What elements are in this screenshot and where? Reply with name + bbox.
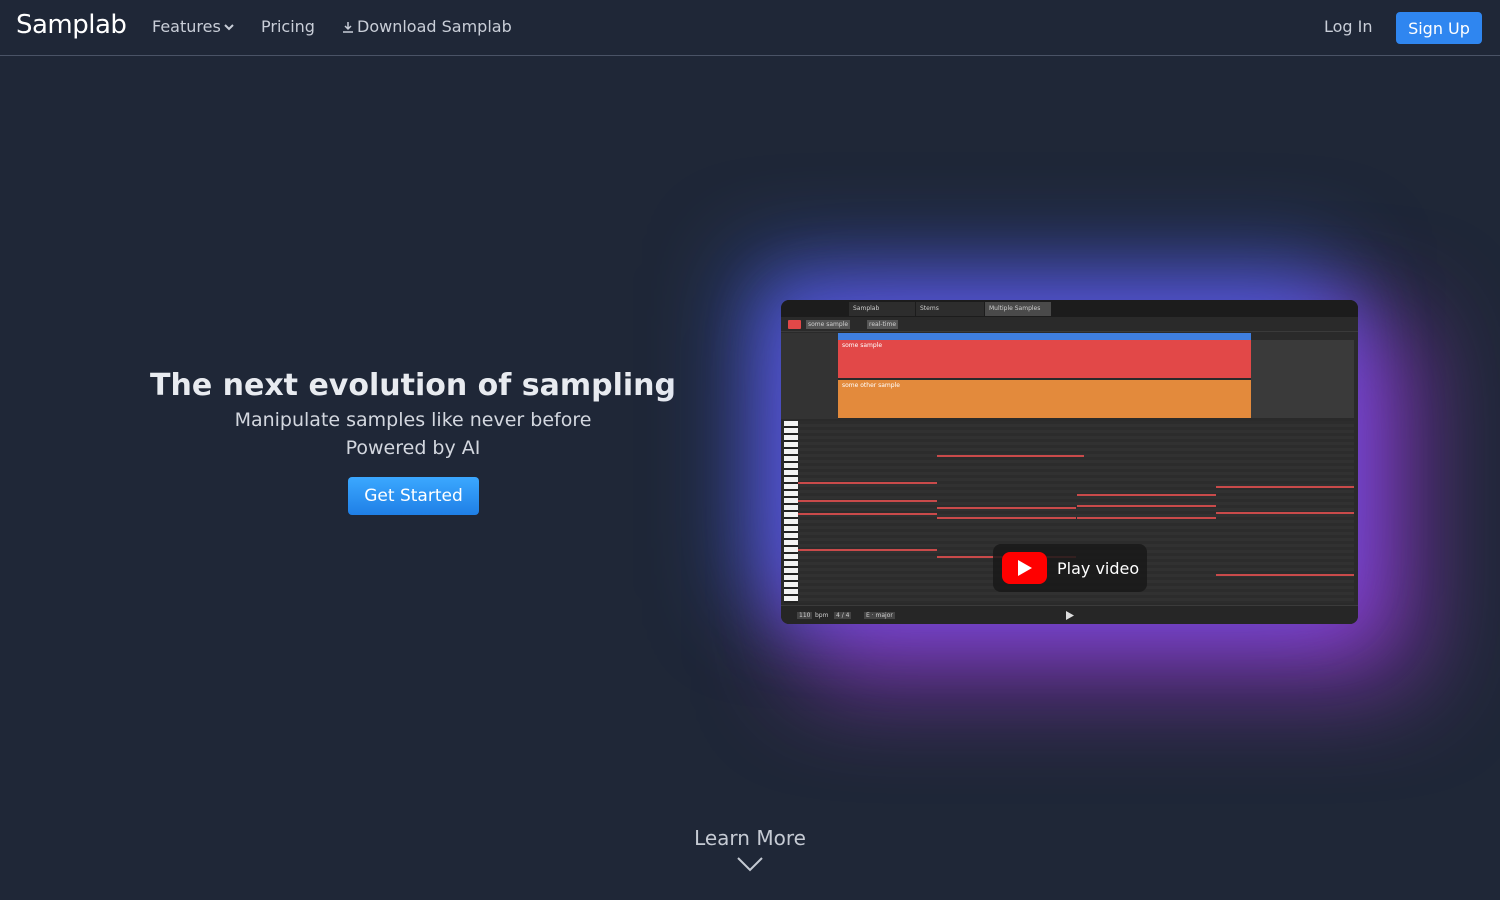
youtube-play-icon xyxy=(1002,552,1047,584)
video-thumbnail[interactable]: Samplab Stems Multiple Samples some samp… xyxy=(781,300,1358,624)
app-titlebar: Samplab Stems Multiple Samples xyxy=(781,300,1358,317)
chevron-down-icon xyxy=(224,23,234,30)
app-tab: Multiple Samples xyxy=(985,302,1051,316)
chevron-down-icon xyxy=(737,857,763,872)
learn-more-label: Learn More xyxy=(694,826,806,850)
record-icon xyxy=(788,320,801,329)
play-video-label: Play video xyxy=(1057,558,1140,578)
nav-download-link[interactable]: Download Samplab xyxy=(342,17,512,36)
app-note xyxy=(937,455,1084,457)
app-note xyxy=(1077,505,1216,507)
app-note xyxy=(937,507,1076,509)
app-sample-select: some sample xyxy=(806,320,851,329)
navbar: Samplab Features Pricing Download Sampla… xyxy=(0,0,1500,56)
app-tab: Stems xyxy=(916,302,984,316)
app-note xyxy=(798,549,937,551)
nav-pricing-link[interactable]: Pricing xyxy=(261,17,315,36)
app-note xyxy=(798,482,937,484)
app-tab: Samplab xyxy=(849,302,915,316)
app-clip-red: some sample xyxy=(838,340,1251,378)
get-started-button[interactable]: Get Started xyxy=(348,477,479,515)
app-clip-label: some other sample xyxy=(842,382,900,389)
app-note xyxy=(798,513,937,515)
logo[interactable]: Samplab xyxy=(16,10,127,40)
app-timeline xyxy=(838,333,1251,340)
app-note xyxy=(798,500,937,502)
login-link[interactable]: Log In xyxy=(1324,17,1373,36)
app-key-select: E · major xyxy=(864,612,895,619)
app-note xyxy=(937,517,1076,519)
learn-more-link[interactable]: Learn More xyxy=(650,826,850,872)
app-mode-select: real-time xyxy=(867,320,899,329)
app-note xyxy=(1216,512,1354,514)
app-play-icon xyxy=(1066,611,1074,620)
nav-download-label: Download Samplab xyxy=(357,17,512,36)
app-piano-keys xyxy=(784,421,798,603)
app-track-empty xyxy=(1251,340,1354,418)
app-note xyxy=(1216,574,1354,576)
download-icon xyxy=(343,21,353,33)
app-bpm-value: 110 xyxy=(797,612,813,619)
hero-title: The next evolution of sampling xyxy=(150,368,676,403)
nav-features-dropdown[interactable]: Features xyxy=(152,17,234,36)
app-note xyxy=(1077,494,1216,496)
hero-text: The next evolution of sampling Manipulat… xyxy=(100,366,726,462)
app-toolbar: some sample real-time xyxy=(781,317,1358,332)
app-bpm-unit: bpm xyxy=(815,612,829,619)
app-clip-label: some sample xyxy=(842,342,883,349)
app-clip-orange: some other sample xyxy=(838,380,1251,418)
app-track-headers xyxy=(781,333,838,419)
nav-features-label: Features xyxy=(152,17,221,36)
play-video-button[interactable]: Play video xyxy=(993,544,1147,592)
app-time-signature: 4 / 4 xyxy=(834,612,852,619)
hero-tagline: Powered by AI xyxy=(345,437,481,459)
signup-button[interactable]: Sign Up xyxy=(1396,12,1482,44)
app-note xyxy=(1216,486,1354,488)
hero-subtitle: Manipulate samples like never before xyxy=(234,409,592,431)
app-transport-bar: 110 bpm 4 / 4 E · major xyxy=(781,605,1358,624)
app-note xyxy=(1077,517,1216,519)
